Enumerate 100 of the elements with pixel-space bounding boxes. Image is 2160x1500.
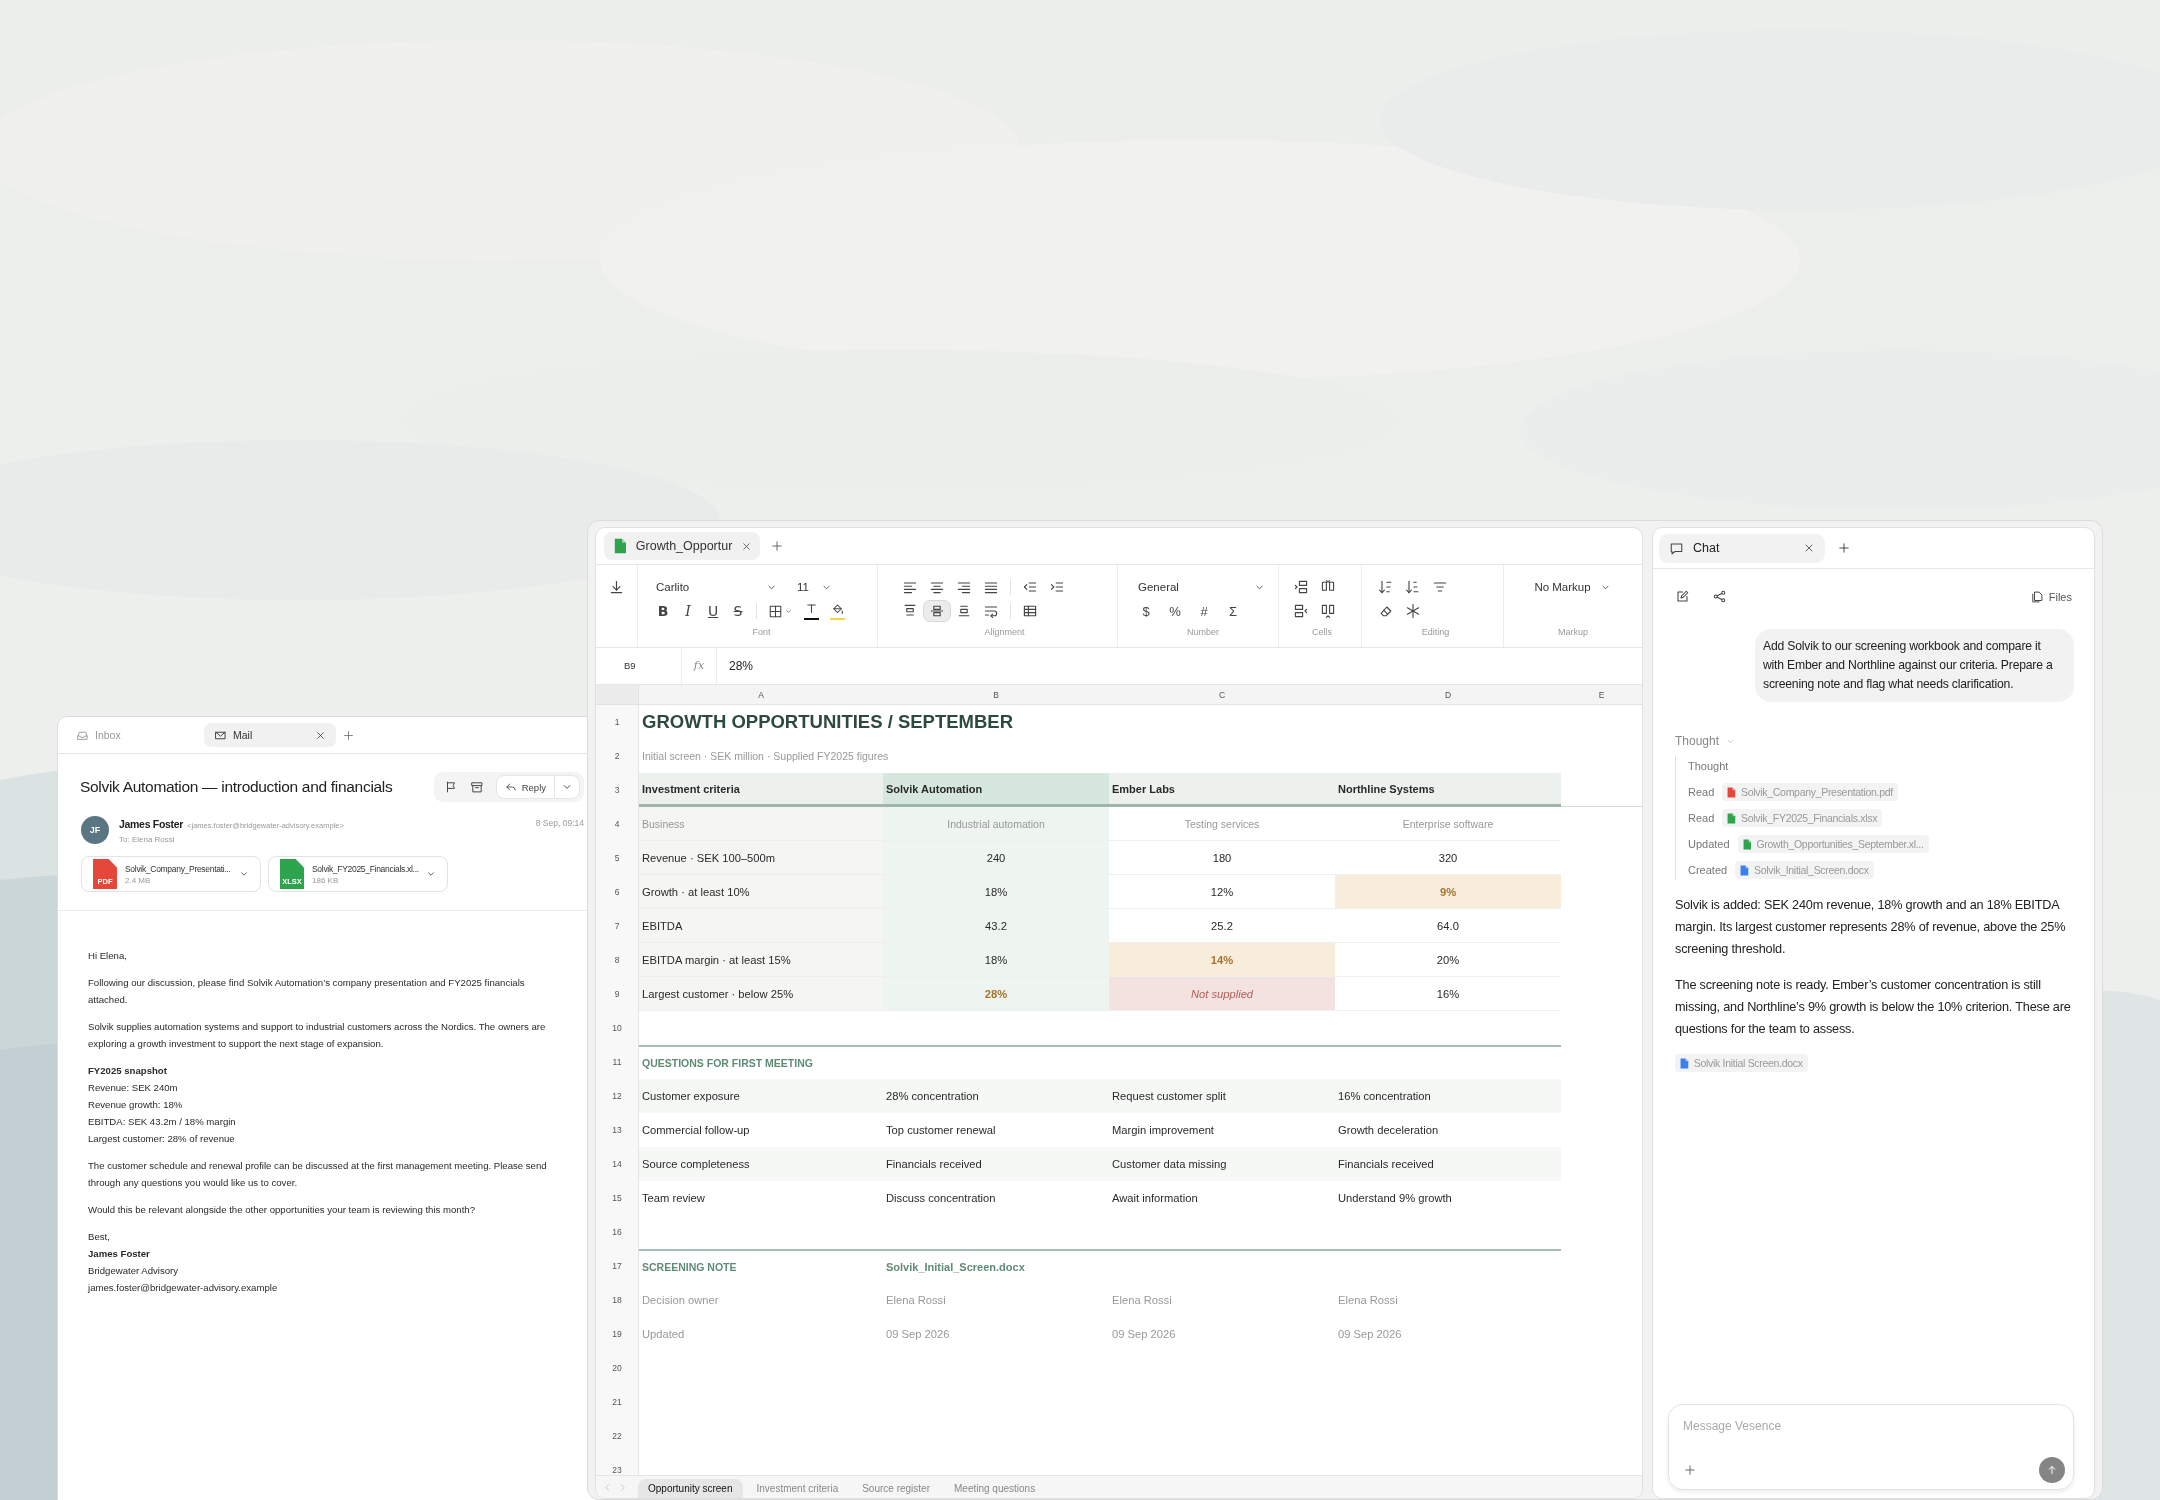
percent-format-button[interactable]: % bbox=[1167, 603, 1183, 619]
vertical-align-button[interactable] bbox=[923, 600, 951, 622]
reply-icon bbox=[504, 781, 517, 793]
number-format-select[interactable]: General bbox=[1138, 580, 1266, 594]
font-select[interactable]: Carlito bbox=[656, 580, 778, 594]
row-number: 17 bbox=[596, 1249, 639, 1283]
archive-icon[interactable] bbox=[469, 780, 484, 794]
filter-icon[interactable] bbox=[1432, 579, 1448, 595]
align-left-icon[interactable] bbox=[902, 579, 918, 595]
table-cell: Source completeness bbox=[639, 1147, 883, 1181]
avatar: JF bbox=[81, 816, 109, 844]
row-number: 3 bbox=[596, 773, 639, 807]
step-label: Read bbox=[1688, 812, 1715, 824]
mail-line: James Foster bbox=[88, 1247, 151, 1261]
column-header[interactable]: B bbox=[883, 685, 1109, 704]
group-label: Font bbox=[751, 627, 772, 637]
step-label: Created bbox=[1688, 864, 1728, 876]
snowflake-icon[interactable] bbox=[1405, 603, 1421, 619]
row-number: 2 bbox=[596, 739, 639, 773]
fill-bucket-icon bbox=[830, 602, 845, 617]
close-icon[interactable] bbox=[741, 540, 753, 552]
table-cell-text: Understand 9% growth bbox=[1337, 1191, 1453, 1206]
cell-reference[interactable]: B9 bbox=[596, 648, 682, 684]
column-header[interactable]: D bbox=[1335, 685, 1561, 704]
mail-line: Bridgewater Advisory bbox=[88, 1264, 180, 1278]
table-cell-text: Await information bbox=[1111, 1191, 1199, 1206]
align-right-icon[interactable] bbox=[956, 579, 972, 595]
align-center-icon[interactable] bbox=[929, 579, 945, 595]
table-cell: Not supplied bbox=[1109, 977, 1335, 1011]
indent-icon[interactable] bbox=[1049, 579, 1065, 595]
mail-tab[interactable]: Mail bbox=[204, 723, 336, 747]
row-number: 19 bbox=[596, 1317, 639, 1351]
table-cell: 180 bbox=[1109, 841, 1335, 875]
bottom-align-icon bbox=[956, 603, 972, 619]
share-icon[interactable] bbox=[1712, 589, 1727, 604]
sheet-tab[interactable]: Opportunity screen bbox=[638, 1479, 743, 1498]
delete-column-icon[interactable] bbox=[1320, 603, 1336, 619]
table-cell-text: Team review bbox=[641, 1191, 706, 1206]
close-icon[interactable] bbox=[1803, 542, 1815, 554]
table-cell-text: Elena Rossi bbox=[885, 1293, 947, 1308]
format-button[interactable]: S bbox=[731, 603, 745, 619]
file-tab[interactable]: Growth_Opportur bbox=[604, 532, 761, 560]
sum-button[interactable]: Σ bbox=[1225, 603, 1241, 619]
new-tab-icon[interactable] bbox=[1837, 541, 1851, 555]
chat-tab[interactable]: Chat bbox=[1659, 533, 1825, 563]
sheet-tab[interactable]: Source register bbox=[852, 1479, 940, 1498]
column-header[interactable]: C bbox=[1109, 685, 1335, 704]
fill-color-button[interactable] bbox=[830, 602, 845, 620]
sort-descending-icon[interactable] bbox=[1405, 579, 1421, 595]
new-tab-icon[interactable] bbox=[342, 728, 355, 742]
format-button[interactable]: I bbox=[681, 603, 695, 619]
table-cell-text: Margin improvement bbox=[1111, 1123, 1215, 1138]
download-icon[interactable] bbox=[608, 579, 625, 596]
table-cell-text: Elena Rossi bbox=[1337, 1293, 1399, 1308]
table-icon[interactable] bbox=[1022, 603, 1038, 619]
send-button[interactable] bbox=[2039, 1457, 2065, 1483]
close-icon[interactable] bbox=[315, 729, 326, 741]
number-format-button[interactable]: # bbox=[1196, 603, 1212, 619]
message-field[interactable]: Message Vesence bbox=[1683, 1415, 2065, 1437]
format-button[interactable]: B bbox=[656, 603, 670, 619]
justify-icon[interactable] bbox=[983, 579, 999, 595]
table-cell: 43.2 bbox=[883, 909, 1109, 943]
mail-subject: Solvik Automation — introduction and financials bbox=[80, 778, 393, 796]
delete-row-icon[interactable] bbox=[1293, 603, 1309, 619]
borders-icon bbox=[768, 603, 783, 619]
text-color-button[interactable] bbox=[804, 602, 819, 620]
table-cell-text: Top customer renewal bbox=[885, 1123, 997, 1138]
thought-toggle[interactable]: Thought bbox=[1675, 734, 1737, 748]
font-size-select[interactable]: 11 bbox=[797, 580, 833, 594]
group-label: Cells bbox=[1311, 627, 1333, 637]
table-cell: Customer exposure bbox=[639, 1079, 883, 1113]
markup-select[interactable]: No Markup bbox=[1534, 580, 1612, 594]
attachment-name: Solvik_Company_Presentati... bbox=[125, 863, 230, 874]
table-cell: EBITDA margin · at least 15% bbox=[639, 943, 883, 977]
currency-format-button[interactable]: $ bbox=[1138, 603, 1154, 619]
files-button[interactable]: Files bbox=[2029, 589, 2072, 604]
table-cell-text: 09 Sep 2026 bbox=[1337, 1327, 1403, 1342]
table-cell: 18% bbox=[883, 875, 1109, 909]
table-cell: Request customer split bbox=[1109, 1079, 1335, 1113]
insert-row-icon[interactable] bbox=[1293, 579, 1309, 595]
outdent-icon[interactable] bbox=[1022, 579, 1038, 595]
attachment-name: Solvik_FY2025_Financials.xl... bbox=[312, 863, 417, 874]
formula-field[interactable]: 28% bbox=[717, 659, 754, 673]
sheet-tab[interactable]: Meeting questions bbox=[944, 1479, 1046, 1498]
column-header[interactable]: A bbox=[639, 685, 883, 704]
column-header[interactable]: E bbox=[1561, 685, 1642, 704]
sheet-tab[interactable]: Investment criteria bbox=[746, 1479, 849, 1498]
eraser-icon[interactable] bbox=[1378, 603, 1394, 619]
table-cell-text: Growth deceleration bbox=[1337, 1123, 1440, 1138]
format-button[interactable]: U bbox=[706, 603, 720, 619]
table-cell: 28% bbox=[883, 977, 1109, 1011]
table-cell: Largest customer · below 25% bbox=[639, 977, 883, 1011]
edit-icon[interactable] bbox=[1675, 589, 1690, 604]
sort-ascending-icon[interactable] bbox=[1378, 579, 1394, 595]
attachment-size: 2.4 MB bbox=[125, 875, 152, 885]
borders-button[interactable] bbox=[768, 603, 793, 619]
step-label: Updated bbox=[1688, 838, 1730, 850]
chat-bubble-icon bbox=[1669, 540, 1684, 556]
step-label: Read bbox=[1688, 786, 1715, 798]
wrap-text-icon[interactable] bbox=[983, 603, 999, 619]
